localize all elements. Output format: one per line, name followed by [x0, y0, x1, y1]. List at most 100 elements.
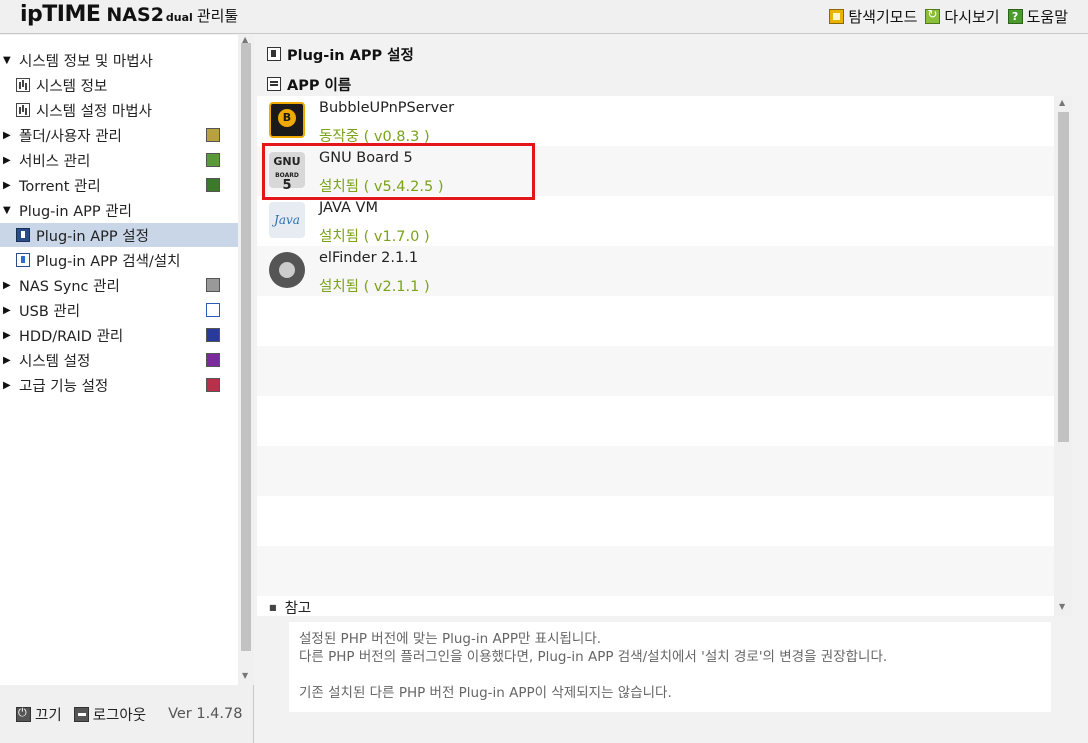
sidebar-item-label: Plug-in APP 설정 — [36, 228, 149, 245]
sidebar-item-label: 시스템 설정 마법사 — [36, 103, 152, 120]
power-icon — [16, 706, 31, 722]
app-name: BubbleUPnPServer — [319, 100, 455, 116]
sidebar-scroll-thumb[interactable] — [241, 43, 251, 651]
empty-row — [257, 396, 1054, 446]
logo-iptime: ipTIME — [20, 2, 101, 27]
sidebar-item-label: Plug-in APP 관리 — [19, 203, 132, 220]
empty-row — [257, 496, 1054, 546]
app-status[interactable]: 설치됨 ( v1.7.0 ) — [319, 225, 430, 246]
sidebar-item-usb[interactable]: ▶ USB 관리 — [0, 298, 238, 322]
sidebar-item-system-info-wizard[interactable]: ▼ 시스템 정보 및 마법사 — [0, 48, 238, 72]
elfinder-icon — [269, 252, 305, 288]
list-title: APP 이름 — [287, 77, 352, 94]
expanded-arrow-icon: ▼ — [3, 54, 11, 66]
collapsed-arrow-icon: ▶ — [3, 379, 11, 391]
collapsed-arrow-icon: ▶ — [3, 304, 11, 316]
note-title: 참고 — [284, 600, 312, 617]
sidebar-item-advanced[interactable]: ▶ 고급 기능 설정 — [0, 373, 238, 397]
scroll-down-arrow-icon[interactable]: ▼ — [242, 671, 248, 680]
empty-row — [257, 546, 1054, 596]
collapsed-arrow-icon: ▶ — [3, 354, 11, 366]
app-logo: ipTIME NAS2 dual 관리툴 — [20, 2, 238, 32]
sidebar-item-label: Plug-in APP 검색/설치 — [36, 253, 181, 270]
sidebar-item-label: NAS Sync 관리 — [19, 278, 120, 295]
app-row-bubbleupnp[interactable]: BubbleUPnPServer 동작중 ( v0.8.3 ) — [257, 96, 1054, 146]
java-icon: Java — [269, 202, 305, 238]
top-bar: ipTIME NAS2 dual 관리툴 탐색기모드 다시보기 ? 도움말 — [0, 0, 1088, 34]
sidebar-item-label: Torrent 관리 — [19, 178, 101, 195]
logo-dual: dual — [165, 11, 193, 24]
explorer-mode-button[interactable]: 탐색기모드 — [829, 6, 917, 27]
bubbleupnp-icon — [269, 102, 305, 138]
logout-button[interactable]: 로그아웃 — [73, 704, 147, 725]
logo-nas: NAS2 — [106, 4, 164, 26]
usb-icon — [206, 303, 220, 317]
sidebar-item-label: USB 관리 — [19, 303, 81, 320]
top-menu: 탐색기모드 다시보기 ? 도움말 — [829, 6, 1068, 27]
sidebar-item-system-info[interactable]: 시스템 정보 — [0, 73, 238, 97]
collapsed-arrow-icon: ▶ — [3, 129, 11, 141]
help-icon: ? — [1007, 9, 1023, 24]
sidebar-item-plugin-search[interactable]: Plug-in APP 검색/설치 — [0, 248, 238, 272]
note-header: ■ 참고 — [255, 595, 1088, 619]
advanced-icon — [206, 378, 220, 392]
app-name: JAVA VM — [319, 200, 378, 216]
sidebar-item-hdd-raid[interactable]: ▶ HDD/RAID 관리 — [0, 323, 238, 347]
collapsed-arrow-icon: ▶ — [3, 329, 11, 341]
refresh-button[interactable]: 다시보기 — [925, 6, 1000, 27]
sidebar-footer: 끄기 로그아웃 Ver 1.4.78 — [0, 685, 254, 743]
refresh-label: 다시보기 — [944, 8, 1000, 26]
power-off-button[interactable]: 끄기 — [16, 704, 62, 725]
sidebar-item-folder-user[interactable]: ▶ 폴더/사용자 관리 — [0, 123, 238, 147]
sidebar-item-label: 폴더/사용자 관리 — [19, 128, 122, 145]
scroll-up-arrow-icon[interactable]: ▲ — [1059, 98, 1065, 107]
list-icon — [267, 77, 281, 91]
section-header: Plug-in APP 설정 — [255, 41, 1088, 67]
torrent-icon — [206, 178, 220, 192]
bullet-icon: ■ — [269, 602, 277, 612]
key-icon — [73, 706, 89, 722]
note-line: 설정된 PHP 버전에 맞는 Plug-in APP만 표시됩니다. — [299, 631, 602, 647]
sidebar-item-setup-wizard[interactable]: 시스템 설정 마법사 — [0, 98, 238, 122]
sidebar: ▼ 시스템 정보 및 마법사 시스템 정보 시스템 설정 마법사 ▶ 폴더/사용… — [0, 35, 254, 685]
empty-row — [257, 446, 1054, 496]
collapsed-arrow-icon: ▶ — [3, 179, 11, 191]
sidebar-item-label: 시스템 정보 — [36, 78, 108, 95]
refresh-icon — [925, 7, 941, 24]
sidebar-item-system-settings[interactable]: ▶ 시스템 설정 — [0, 348, 238, 372]
chart-icon — [16, 103, 30, 117]
highlight-box — [262, 143, 535, 200]
page-title: Plug-in APP 설정 — [287, 47, 414, 64]
sidebar-item-plugin-app[interactable]: ▼ Plug-in APP 관리 — [0, 198, 238, 222]
empty-row — [257, 346, 1054, 396]
explorer-mode-label: 탐색기모드 — [848, 8, 918, 26]
app-row-elfinder[interactable]: elFinder 2.1.1 설치됨 ( v2.1.1 ) — [257, 246, 1054, 296]
sidebar-item-torrent[interactable]: ▶ Torrent 관리 — [0, 173, 238, 197]
folder-icon — [206, 128, 220, 142]
help-label: 도움말 — [1026, 8, 1068, 26]
logout-label: 로그아웃 — [92, 707, 147, 724]
logo-tool: 관리툴 — [196, 7, 239, 25]
version-label: Ver 1.4.78 — [168, 706, 243, 722]
sidebar-scrollbar[interactable]: ▲ ▼ — [238, 35, 254, 685]
plugin-search-icon — [16, 253, 30, 267]
app-row-java[interactable]: Java JAVA VM 설치됨 ( v1.7.0 ) — [257, 196, 1054, 246]
app-list-scrollbar[interactable]: ▲ ▼ — [1054, 96, 1072, 616]
empty-row — [257, 296, 1054, 346]
plugin-icon — [267, 47, 281, 61]
explorer-mode-icon — [829, 9, 845, 24]
app-status[interactable]: 설치됨 ( v2.1.1 ) — [319, 275, 430, 296]
plugin-icon — [16, 228, 30, 242]
chart-icon — [16, 78, 30, 92]
power-off-label: 끄기 — [35, 707, 62, 724]
disk-icon — [206, 328, 220, 342]
list-header: APP 이름 — [255, 71, 1088, 97]
main-panel: Plug-in APP 설정 APP 이름 BubbleUPnPServer 동… — [255, 35, 1088, 743]
sidebar-item-nas-sync[interactable]: ▶ NAS Sync 관리 — [0, 273, 238, 297]
sidebar-item-service[interactable]: ▶ 서비스 관리 — [0, 148, 238, 172]
collapsed-arrow-icon: ▶ — [3, 154, 11, 166]
sidebar-item-plugin-settings[interactable]: Plug-in APP 설정 — [0, 223, 238, 247]
sidebar-item-label: 고급 기능 설정 — [19, 378, 109, 395]
help-button[interactable]: ? 도움말 — [1007, 6, 1068, 27]
app-list-scroll-thumb[interactable] — [1058, 112, 1069, 442]
